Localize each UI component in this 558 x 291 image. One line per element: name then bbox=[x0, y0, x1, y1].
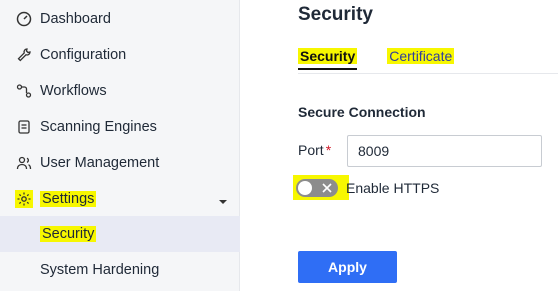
sidebar-item-security[interactable]: Security bbox=[0, 216, 240, 252]
https-toggle-label: Enable HTTPS bbox=[346, 180, 440, 196]
sidebar-item-user-management[interactable]: User Management bbox=[0, 145, 240, 181]
https-toggle[interactable] bbox=[296, 179, 338, 197]
sidebar-item-label: Scanning Engines bbox=[40, 119, 157, 135]
tab-security[interactable]: Security bbox=[298, 48, 358, 70]
sidebar-item-system-hardening[interactable]: System Hardening bbox=[0, 252, 240, 288]
engine-icon bbox=[15, 118, 33, 136]
required-mark: * bbox=[325, 142, 332, 158]
sidebar: Dashboard Configuration Workflows Scanni… bbox=[0, 0, 240, 291]
tab-bar: Security Certificate bbox=[298, 48, 455, 70]
sidebar-item-label: User Management bbox=[40, 155, 160, 171]
port-label: Port * bbox=[298, 142, 331, 158]
workflow-icon bbox=[15, 82, 33, 100]
tab-label: Security bbox=[298, 48, 358, 64]
wrench-icon bbox=[15, 46, 33, 64]
gear-icon bbox=[15, 190, 33, 208]
main-content: Security Security Certificate Secure Con… bbox=[241, 0, 558, 291]
sidebar-item-label: System Hardening bbox=[40, 262, 160, 278]
sidebar-item-workflows[interactable]: Workflows bbox=[0, 73, 240, 109]
toggle-knob bbox=[298, 181, 312, 195]
dashboard-gauge-icon bbox=[15, 10, 33, 28]
sidebar-item-dashboard[interactable]: Dashboard bbox=[0, 1, 240, 37]
tabs-divider bbox=[298, 73, 558, 74]
sidebar-item-label: Workflows bbox=[40, 83, 107, 99]
sidebar-item-label: Security bbox=[40, 226, 97, 242]
section-title: Secure Connection bbox=[298, 104, 426, 120]
sidebar-item-label: Configuration bbox=[40, 47, 127, 63]
page-title: Security bbox=[298, 4, 373, 25]
sidebar-item-label: Dashboard bbox=[40, 11, 111, 27]
sidebar-item-configuration[interactable]: Configuration bbox=[0, 37, 240, 73]
close-icon bbox=[320, 180, 334, 196]
apply-button[interactable]: Apply bbox=[298, 251, 397, 283]
caret-down-icon[interactable] bbox=[218, 194, 228, 210]
sidebar-item-label: Settings bbox=[40, 191, 97, 207]
app-window: Dashboard Configuration Workflows Scanni… bbox=[0, 0, 558, 291]
tab-certificate[interactable]: Certificate bbox=[387, 48, 455, 70]
port-input[interactable] bbox=[347, 135, 542, 167]
port-label-text: Port bbox=[298, 142, 324, 158]
sidebar-item-scanning-engines[interactable]: Scanning Engines bbox=[0, 109, 240, 145]
users-icon bbox=[15, 154, 33, 172]
sidebar-item-settings[interactable]: Settings bbox=[0, 181, 240, 217]
tab-label: Certificate bbox=[387, 48, 455, 64]
